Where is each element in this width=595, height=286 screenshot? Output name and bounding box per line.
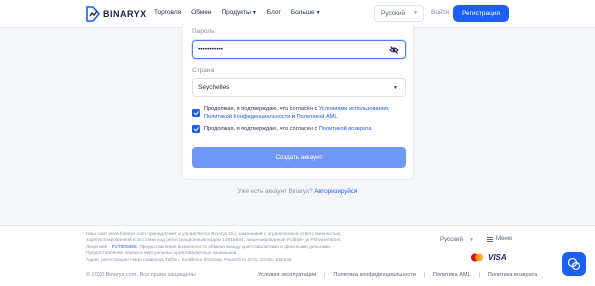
have-account-label: Уже есть аккаунт Binaryx? [237, 188, 313, 195]
chevron-down-icon: ▼ [468, 237, 474, 243]
refund-policy-link[interactable]: Политикой возврата [319, 126, 372, 132]
menu-icon [487, 236, 493, 242]
create-account-button[interactable]: Создать аккаунт [192, 147, 406, 168]
legal-text: Наш сайт www.binaryx.com принадлежит и у… [86, 232, 386, 264]
nav-item-more[interactable]: Больше▼ [291, 9, 321, 16]
footer-language-select[interactable]: Русский ▼ [440, 236, 474, 243]
password-value: ••••••••••• [198, 46, 224, 53]
logo-icon [86, 6, 100, 22]
copyright: © 2020 Binaryx.com. Все права защищены [86, 272, 196, 278]
footer-link-privacy[interactable]: Политика конфиденциальности [324, 272, 424, 278]
refund-checkbox[interactable] [192, 125, 200, 133]
password-label: Пароль [192, 28, 215, 35]
have-account-text: Уже есть аккаунт Binaryx? Авторизируйся [0, 188, 595, 195]
register-button[interactable]: Регистрация [453, 5, 509, 22]
privacy-policy-link[interactable]: Политикой Конфиденциальности [204, 114, 290, 120]
terms-consent-text: Продолжая, я подтверждаю, что согласен с… [204, 105, 409, 121]
brand-logo[interactable]: BINARYX [86, 6, 147, 22]
password-field[interactable]: ••••••••••• [192, 40, 406, 59]
mastercard-icon [471, 253, 483, 262]
brand-name: BINARYX [103, 9, 147, 19]
chevron-down-icon: ▼ [413, 10, 418, 16]
license-suffix: . Предоставление возможности обмена межд… [136, 244, 332, 250]
consent-prefix: Продолжая, я подтверждаю, что согласен с [204, 126, 319, 132]
eye-off-icon[interactable] [389, 45, 399, 55]
visa-logo: VISA [488, 253, 507, 262]
legal-line: Адрес регистрации Harju maakond, Tallinn… [86, 257, 293, 263]
chevron-down-icon: ▼ [393, 85, 398, 91]
refund-consent-text: Продолжая, я подтверждаю, что согласен с… [204, 125, 409, 133]
registration-card: Пароль ••••••••••• Страна Seychelles ▼ П… [181, 22, 414, 180]
support-chat-button[interactable] [562, 252, 586, 276]
nav-item-more-label: Больше [290, 9, 315, 16]
chat-icon [567, 257, 581, 271]
footer-link-aml[interactable]: Политика AML [423, 272, 479, 278]
consent-prefix: Продолжая, я подтверждаю, что согласен с [204, 106, 319, 112]
aml-policy-link[interactable]: Политикой AML [297, 114, 338, 120]
footer-menu-label: Меню [496, 236, 513, 242]
footer: Наш сайт www.binaryx.com принадлежит и у… [0, 225, 595, 286]
license-prefix: Лицензия - [86, 244, 112, 250]
nav-item-exchange[interactable]: Обмен [191, 9, 211, 16]
nav-item-blog[interactable]: Блог [267, 9, 281, 16]
country-select[interactable]: Seychelles ▼ [192, 78, 406, 97]
country-label: Страна [192, 67, 215, 74]
language-select[interactable]: Русский ▼ [374, 5, 424, 22]
footer-language-value: Русский [440, 236, 463, 243]
footer-links: Условия эксплуатации Политика конфиденци… [258, 272, 545, 278]
chevron-down-icon: ▼ [251, 10, 257, 16]
terms-of-use-link[interactable]: Условиями использования, [319, 106, 390, 112]
main-nav: Торговля Обмен Продукты▼ Блог Больше▼ [154, 9, 321, 16]
login-link[interactable]: Войти [431, 9, 449, 16]
footer-menu-button[interactable]: Меню [487, 236, 512, 242]
country-value: Seychelles [198, 84, 230, 91]
nav-item-products[interactable]: Продукты▼ [221, 9, 256, 16]
terms-checkbox[interactable] [192, 109, 200, 117]
footer-link-terms[interactable]: Условия эксплуатации [258, 272, 324, 278]
nav-item-trading[interactable]: Торговля [154, 9, 181, 16]
language-value: Русский [381, 10, 406, 17]
footer-link-refund[interactable]: Политика возврата [478, 272, 546, 278]
login-link-bottom[interactable]: Авторизируйся [314, 188, 357, 195]
chevron-down-icon: ▼ [315, 10, 321, 16]
nav-item-products-label: Продукты [221, 9, 251, 16]
license-link[interactable]: FVT000465 [112, 245, 137, 250]
